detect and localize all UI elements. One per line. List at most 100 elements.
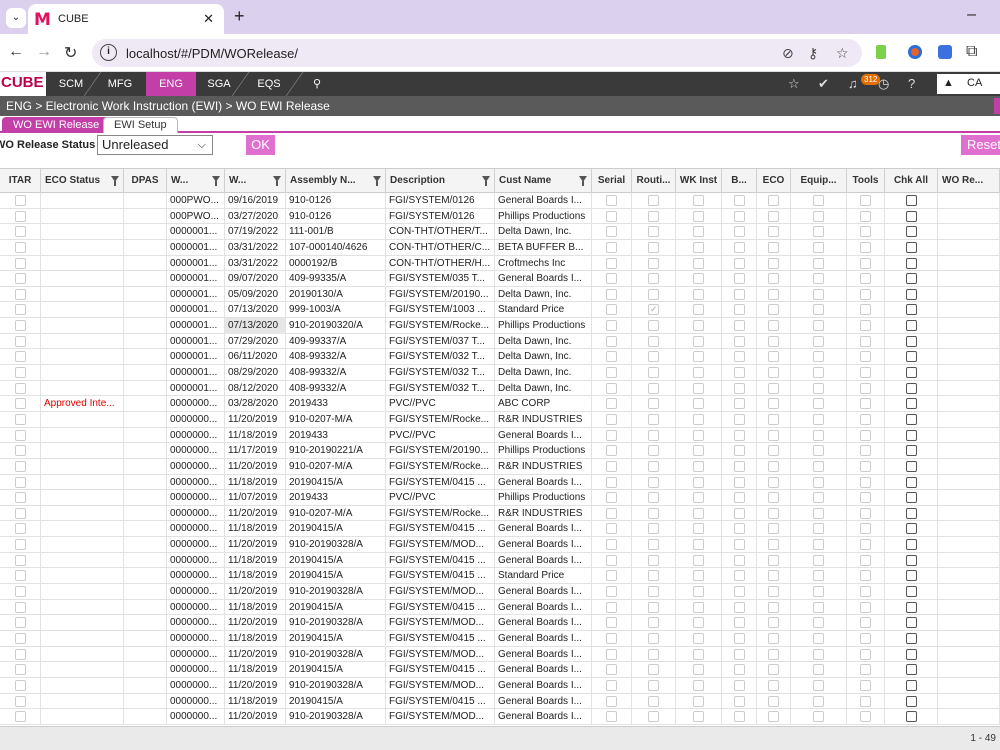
equipment-checkbox[interactable] <box>813 382 824 394</box>
wk-inst-checkbox[interactable] <box>693 413 704 425</box>
tools-checkbox[interactable] <box>860 664 871 676</box>
ok-button[interactable]: OK <box>246 135 275 155</box>
table-row[interactable]: 0000001... 08/29/2020 408-99332/A FGI/SYSTE… <box>0 365 1000 381</box>
tools-checkbox[interactable] <box>860 648 871 660</box>
tools-checkbox[interactable] <box>860 460 871 472</box>
b-checkbox[interactable] <box>734 398 745 410</box>
table-row[interactable]: 0000000... 11/18/2019 2019433 PVC//PVC Gener… <box>0 427 1000 444</box>
chk-all-checkbox[interactable] <box>906 241 917 253</box>
equipment-checkbox[interactable] <box>813 617 824 629</box>
serial-checkbox[interactable] <box>606 711 617 723</box>
eco-checkbox[interactable] <box>768 460 779 472</box>
eco-checkbox[interactable] <box>768 507 779 519</box>
chk-all-checkbox[interactable] <box>906 695 917 707</box>
routing-checkbox[interactable] <box>648 445 659 457</box>
b-checkbox[interactable] <box>734 288 745 300</box>
table-row[interactable]: 0000001... 03/31/2022 0000192/B CON-THT/OTH… <box>0 255 1000 272</box>
routing-checkbox[interactable] <box>648 648 659 660</box>
itar-checkbox[interactable] <box>15 617 26 629</box>
eco-checkbox[interactable] <box>768 429 779 441</box>
bell-icon[interactable]: ♫ <box>848 76 858 91</box>
serial-checkbox[interactable] <box>606 429 617 441</box>
wk-inst-checkbox[interactable] <box>693 382 704 394</box>
itar-checkbox[interactable] <box>15 304 26 316</box>
equipment-checkbox[interactable] <box>813 632 824 644</box>
serial-checkbox[interactable] <box>606 382 617 394</box>
wk-inst-checkbox[interactable] <box>693 695 704 707</box>
tools-checkbox[interactable] <box>860 257 871 269</box>
wk-inst-checkbox[interactable] <box>693 539 704 551</box>
back-arrow-icon[interactable]: ← <box>8 43 24 61</box>
eco-checkbox[interactable] <box>768 617 779 629</box>
routing-checkbox[interactable] <box>648 273 659 285</box>
tools-checkbox[interactable] <box>860 586 871 598</box>
routing-checkbox[interactable] <box>648 367 659 379</box>
itar-checkbox[interactable] <box>15 429 26 441</box>
b-checkbox[interactable] <box>734 257 745 269</box>
equipment-checkbox[interactable] <box>813 554 824 566</box>
eco-checkbox[interactable] <box>768 554 779 566</box>
table-row[interactable]: 0000001... 07/19/2022 111-001/B CON-THT/OTH… <box>0 224 1000 240</box>
check-circle-icon[interactable]: ✔ <box>818 76 829 92</box>
routing-checkbox[interactable] <box>648 601 659 613</box>
wk-inst-checkbox[interactable] <box>693 241 704 253</box>
tools-checkbox[interactable] <box>860 632 871 644</box>
table-row[interactable]: 0000000... 11/20/2019 910-0207-M/A FGI/SYST… <box>0 505 1000 522</box>
serial-checkbox[interactable] <box>606 288 617 300</box>
routing-checkbox[interactable] <box>648 507 659 519</box>
itar-checkbox[interactable] <box>15 460 26 472</box>
equipment-checkbox[interactable] <box>813 320 824 332</box>
column-header[interactable]: Routi... <box>632 169 676 193</box>
chk-all-checkbox[interactable] <box>906 570 917 582</box>
itar-checkbox[interactable] <box>15 257 26 269</box>
minimize-icon[interactable]: – <box>967 6 976 24</box>
eco-checkbox[interactable] <box>768 398 779 410</box>
tools-checkbox[interactable] <box>860 335 871 347</box>
column-header[interactable]: Chk All <box>885 169 938 193</box>
serial-checkbox[interactable] <box>606 539 617 551</box>
itar-checkbox[interactable] <box>15 320 26 332</box>
serial-checkbox[interactable] <box>606 367 617 379</box>
column-header[interactable]: Description <box>386 169 495 193</box>
routing-checkbox[interactable] <box>648 586 659 598</box>
table-row[interactable]: 0000001... 03/31/2022 107-000140/4626 CON-T… <box>0 239 1000 256</box>
filter-funnel-icon[interactable] <box>111 176 119 186</box>
chk-all-checkbox[interactable] <box>906 617 917 629</box>
table-row[interactable]: 0000001... 07/13/2020 910-20190320/A FGI/SY… <box>0 318 1000 334</box>
serial-checkbox[interactable] <box>606 617 617 629</box>
b-checkbox[interactable] <box>734 429 745 441</box>
equipment-checkbox[interactable] <box>813 523 824 535</box>
filter-funnel-icon[interactable] <box>579 176 587 186</box>
tools-checkbox[interactable] <box>860 226 871 238</box>
equipment-checkbox[interactable] <box>813 210 824 222</box>
itar-checkbox[interactable] <box>15 554 26 566</box>
routing-checkbox[interactable] <box>648 257 659 269</box>
b-checkbox[interactable] <box>734 507 745 519</box>
wk-inst-checkbox[interactable] <box>693 257 704 269</box>
extension-icon[interactable] <box>938 45 952 59</box>
tools-checkbox[interactable] <box>860 210 871 222</box>
serial-checkbox[interactable] <box>606 507 617 519</box>
itar-checkbox[interactable] <box>15 570 26 582</box>
serial-checkbox[interactable] <box>606 320 617 332</box>
b-checkbox[interactable] <box>734 539 745 551</box>
serial-checkbox[interactable] <box>606 523 617 535</box>
eco-checkbox[interactable] <box>768 335 779 347</box>
tab-ewi-setup[interactable]: EWI Setup <box>103 117 178 133</box>
serial-checkbox[interactable] <box>606 335 617 347</box>
chk-all-checkbox[interactable] <box>906 382 917 394</box>
favorite-star-icon[interactable]: ☆ <box>788 76 800 92</box>
routing-checkbox[interactable] <box>648 210 659 222</box>
tools-checkbox[interactable] <box>860 320 871 332</box>
b-checkbox[interactable] <box>734 226 745 238</box>
tools-checkbox[interactable] <box>860 554 871 566</box>
routing-checkbox[interactable] <box>648 695 659 707</box>
tools-checkbox[interactable] <box>860 617 871 629</box>
table-row[interactable]: 0000000... 11/20/2019 910-0207-M/A FGI/SYST… <box>0 411 1000 428</box>
eco-checkbox[interactable] <box>768 273 779 285</box>
wk-inst-checkbox[interactable] <box>693 570 704 582</box>
serial-checkbox[interactable] <box>606 570 617 582</box>
serial-checkbox[interactable] <box>606 679 617 691</box>
wk-inst-checkbox[interactable] <box>693 210 704 222</box>
eco-checkbox[interactable] <box>768 586 779 598</box>
